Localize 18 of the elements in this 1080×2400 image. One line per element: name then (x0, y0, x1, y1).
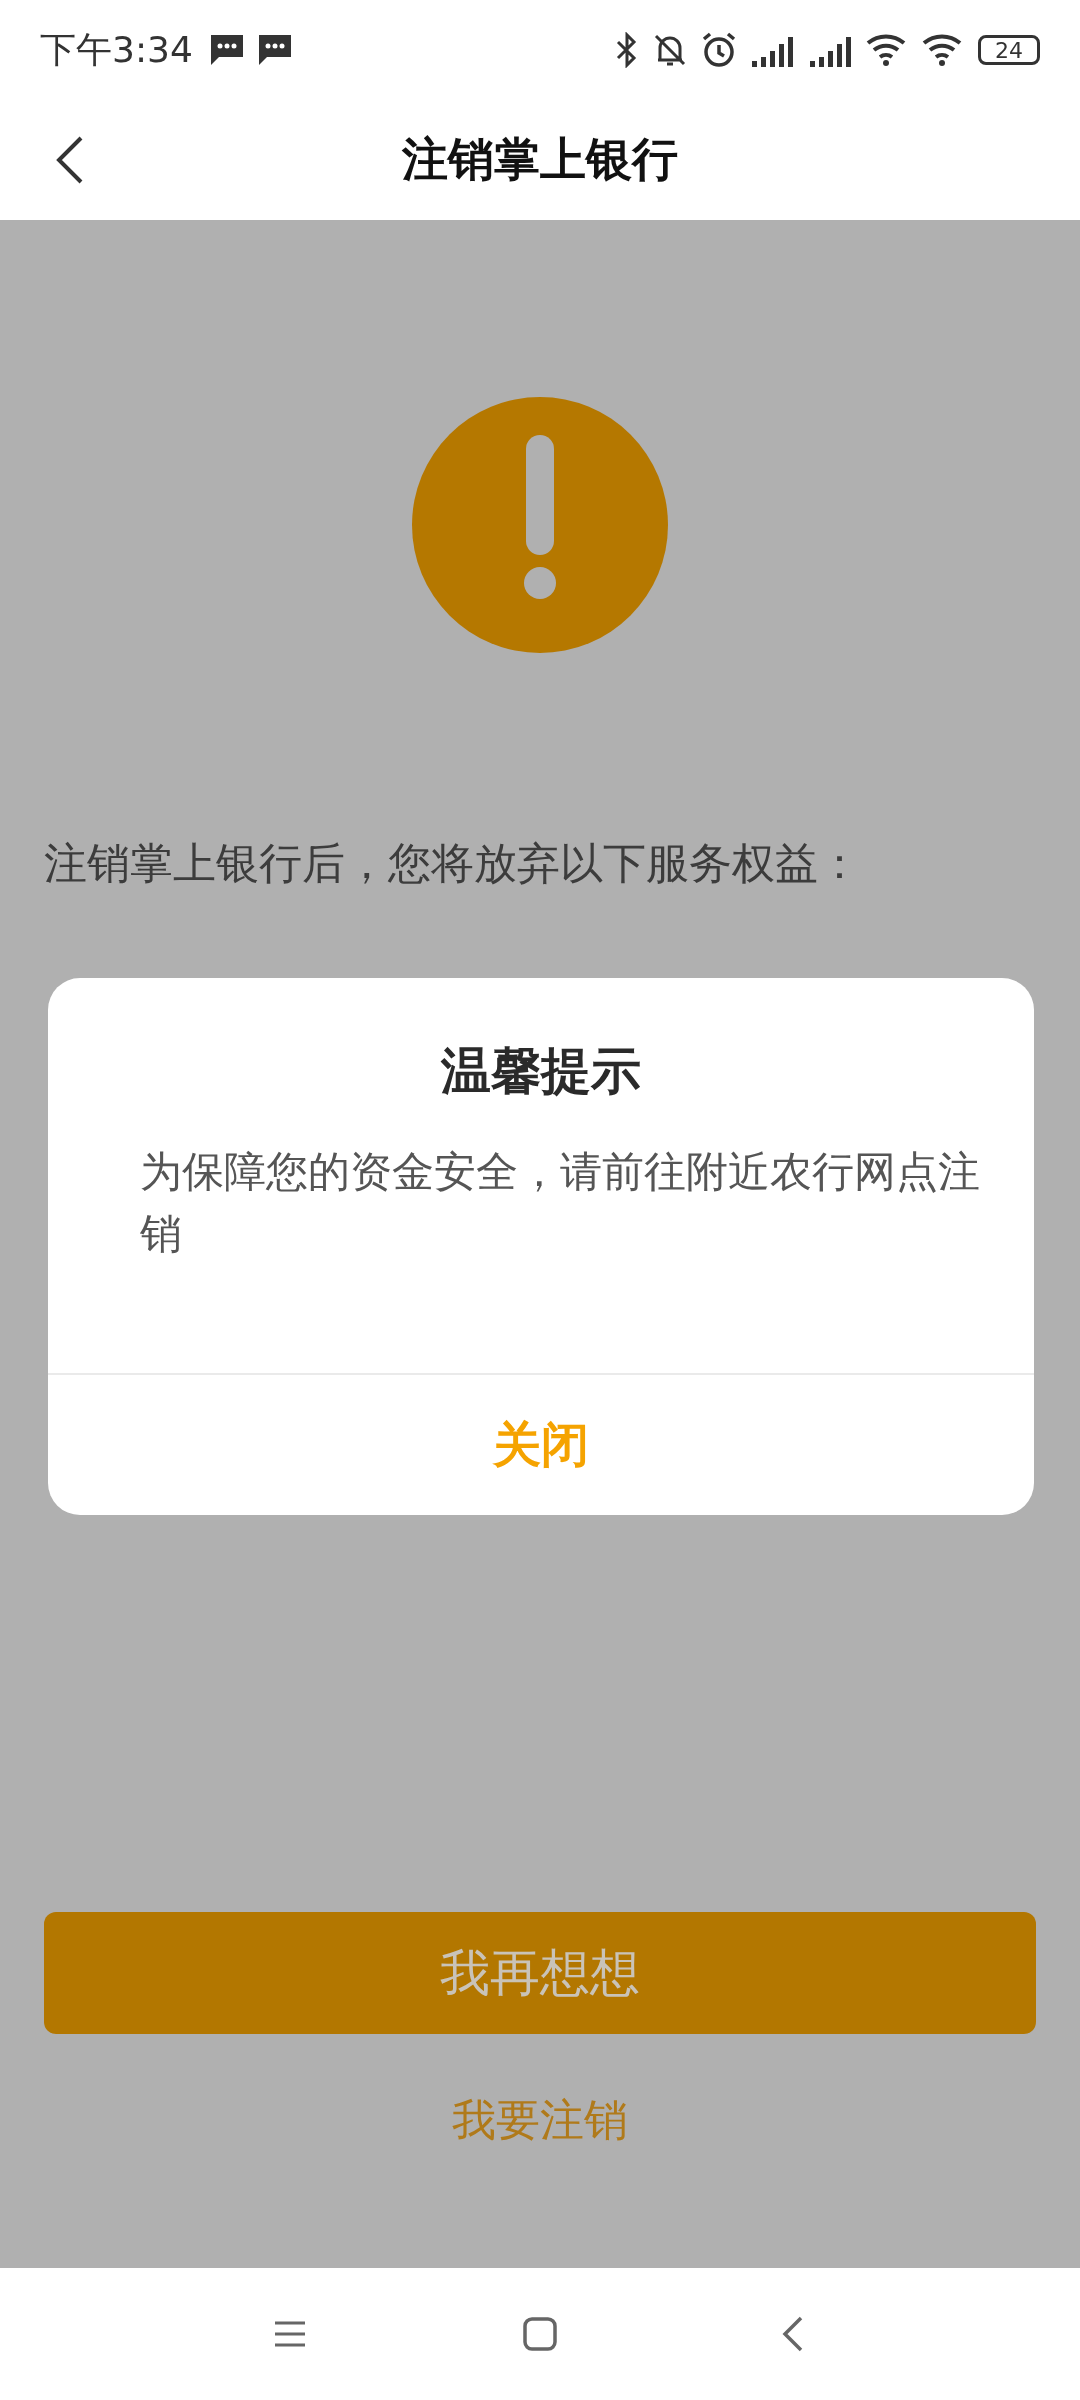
battery-indicator: 24 (978, 35, 1040, 65)
status-time: 下午3:34 (40, 27, 193, 72)
intro-text: 注销掌上银行后，您将放弃以下服务权益： (44, 837, 862, 890)
bell-muted-icon (652, 32, 688, 68)
message-icon (256, 33, 293, 67)
message-icon (208, 33, 245, 67)
square-icon (523, 2317, 557, 2351)
menu-icon (273, 2320, 307, 2348)
warning-icon (412, 397, 668, 653)
close-button[interactable]: 关闭 (48, 1375, 1034, 1515)
page-title: 注销掌上银行 (402, 131, 678, 188)
back-icon (55, 135, 85, 185)
back-icon (782, 2316, 804, 2352)
dialog-title: 温馨提示 (439, 1041, 642, 1102)
alarm-icon (700, 31, 738, 69)
dialog-message: 为保障您的资金安全，请前往附近农行网点注销 (139, 1146, 981, 1260)
cancel-account-link[interactable]: 我要注销 (442, 2080, 638, 2160)
reconsider-button[interactable]: 我再想想 (44, 1912, 1036, 2034)
